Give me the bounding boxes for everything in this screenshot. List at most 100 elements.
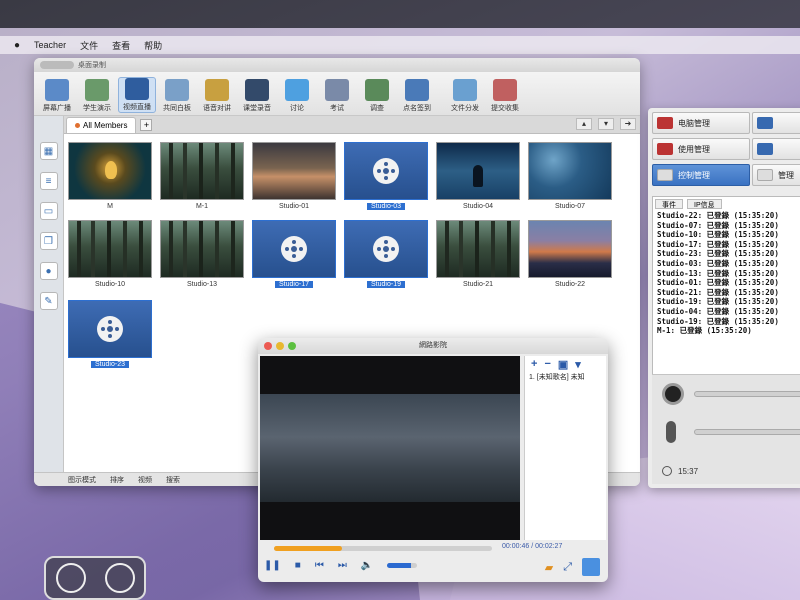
status-video[interactable]: 视频 [138,475,152,485]
toolbar-button[interactable]: 视频直播 [118,77,156,113]
student-thumbnail[interactable]: Studio-07 [528,142,612,210]
tab-all-members[interactable]: All Members [66,117,137,133]
dock-app-icon[interactable] [55,563,86,593]
close-button[interactable] [264,342,272,350]
log-line: Studio-19: 已登錄 (15:35:20) [657,297,779,307]
video-player-window: 網路影院 + − ▣ ▾ 1. [未知歌名] 未知 00:00:46 / 00:… [258,338,608,582]
status-view-mode[interactable]: 图示模式 [68,475,96,485]
player-title: 網路影院 [419,342,447,349]
student-thumbnail[interactable]: Studio-04 [436,142,520,210]
management-button[interactable]: 管理 [752,164,800,186]
student-thumbnail[interactable]: Studio-10 [68,220,152,288]
toolbar-label: 屏幕广播 [43,105,71,112]
window-controls[interactable] [40,61,74,69]
forward-arrow-icon[interactable]: ➜ [620,118,636,130]
exam-clock-icon [325,79,349,101]
apple-icon[interactable]: ● [14,40,20,51]
grid-view-icon[interactable]: ▦ [39,142,58,160]
student-thumbnail[interactable]: Studio-17 [252,220,336,288]
toolbar-button[interactable]: 讨论 [278,79,316,113]
student-thumbnail[interactable]: Studio-01 [252,142,336,210]
menu-view[interactable]: 查看 [112,39,130,52]
user-icon[interactable]: ● [39,262,58,280]
management-button[interactable]: 使用管理 [652,138,750,160]
folder-icon[interactable]: ▰ [545,561,553,574]
menu-app-name[interactable]: Teacher [34,40,66,50]
toolbar-button[interactable]: 考试 [318,79,356,113]
volume-slider[interactable] [387,563,418,568]
toolbar-label: 视频直播 [123,104,151,111]
screen-preview [160,220,244,278]
management-button-label: 管理 [778,170,794,180]
remove-icon[interactable]: − [544,358,550,370]
toolbar-button[interactable]: 共同白板 [158,79,196,113]
management-button[interactable]: 电脑管理 [652,112,750,134]
stop-icon[interactable]: ■ [295,560,301,571]
toolbar-button[interactable]: 屏幕广播 [38,79,76,113]
student-thumbnail[interactable]: Studio-21 [436,220,520,288]
previous-icon[interactable]: ⏮ [315,560,324,571]
student-thumbnail[interactable]: Studio-03 [344,142,428,210]
dock-app-icon[interactable] [104,563,135,593]
toolbar-button[interactable]: 文件分发 [446,79,484,113]
minimize-button[interactable] [276,342,284,350]
screen-icon [657,117,673,129]
student-thumbnail[interactable]: Studio-22 [528,220,612,288]
progress-bar[interactable] [274,546,492,551]
audio-controls: 15:37 [652,374,800,484]
window-title: 桌面录制 [78,62,106,69]
toolbar-button[interactable]: 课堂录音 [238,79,276,113]
layers-icon[interactable]: ❐ [39,232,58,250]
toolbar-button[interactable]: 语音对讲 [198,79,236,113]
file-distribute-icon [453,79,477,101]
volume-fill [387,563,412,568]
speaker-volume-slider[interactable] [694,391,800,397]
toolbar-button[interactable]: 学生演示 [78,79,116,113]
toolbar-button[interactable]: 点名签到 [398,79,436,113]
toolbar-button[interactable]: 提交收集 [486,79,524,113]
film-reel-icon [281,236,307,262]
student-thumbnail[interactable]: Studio-23 [68,300,152,368]
zoom-button[interactable] [288,342,296,350]
video-frame[interactable] [260,356,520,540]
dropdown-icon[interactable]: ▾ [575,358,581,371]
student-thumbnail[interactable]: Studio-13 [160,220,244,288]
fullscreen-button[interactable] [582,558,600,576]
pause-icon[interactable]: ❚❚ [264,560,281,571]
sort-down-icon[interactable]: ▾ [598,118,614,130]
toolbar-label: 考试 [330,105,344,112]
edit-icon[interactable]: ✎ [39,292,58,310]
student-thumbnail[interactable]: Studio-19 [344,220,428,288]
management-button[interactable]: 控制管理 [652,164,750,186]
expand-icon[interactable]: ⤢ [563,561,572,574]
menu-file[interactable]: 文件 [80,39,98,52]
progress-fill [274,546,342,551]
log-line: Studio-03: 已登錄 (15:35:20) [657,258,779,268]
microphone-icon [666,421,676,443]
management-button[interactable] [752,138,800,160]
toolbar-button[interactable]: 调查 [358,79,396,113]
log-tab-ip[interactable]: IP信息 [687,199,722,209]
status-search[interactable]: 搜索 [166,475,180,485]
status-sort[interactable]: 排序 [110,475,124,485]
list-view-icon[interactable]: ≡ [39,172,58,190]
menu-help[interactable]: 帮助 [144,39,162,52]
management-button[interactable] [752,112,800,134]
mic-volume-slider[interactable] [694,429,800,435]
add-icon[interactable]: + [531,358,537,370]
playlist-item[interactable]: 1. [未知歌名] 未知 [525,372,606,382]
student-name: Studio-07 [555,203,585,210]
student-thumbnail[interactable]: M [68,142,152,210]
log-tab-events[interactable]: 事件 [655,199,683,209]
group-tabs: All Members + ▴ ▾ ➜ [64,116,640,134]
whiteboard-icon [165,79,189,101]
page-icon[interactable]: ▭ [39,202,58,220]
clock-icon [662,466,672,476]
screen-preview [68,220,152,278]
next-icon[interactable]: ⏭ [338,560,347,571]
add-tab-button[interactable]: + [140,119,153,131]
window-icon[interactable]: ▣ [558,358,568,371]
sort-up-icon[interactable]: ▴ [576,118,592,130]
student-thumbnail[interactable]: M-1 [160,142,244,210]
volume-icon[interactable]: 🔈 [361,560,373,571]
